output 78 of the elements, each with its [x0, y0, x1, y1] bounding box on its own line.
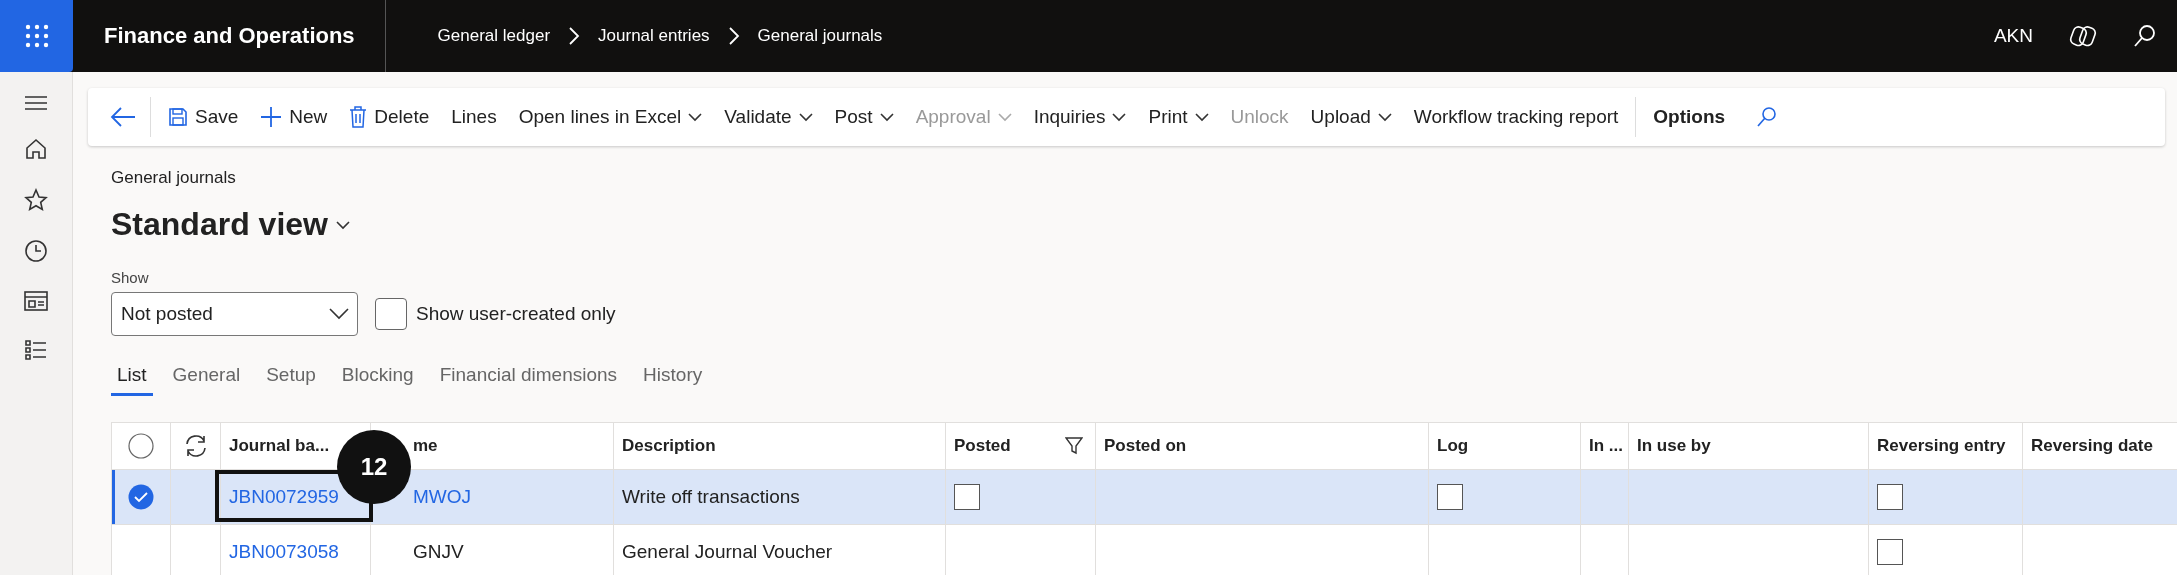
view-selector[interactable]: Standard view: [111, 206, 350, 243]
column-header[interactable]: Posted on: [1104, 436, 1187, 456]
tab[interactable]: History: [637, 358, 709, 396]
workspace-icon[interactable]: [24, 290, 48, 312]
toolbar-button[interactable]: Validate: [713, 97, 824, 137]
checked-circle-icon[interactable]: [128, 484, 154, 510]
chevron-down-icon: [335, 219, 350, 230]
link[interactable]: MWOJ: [413, 486, 472, 508]
checkbox[interactable]: [1877, 484, 1903, 510]
chevron-right-icon: [727, 26, 740, 46]
column-header[interactable]: Description: [622, 436, 716, 456]
toolbar-button[interactable]: Workflow tracking report: [1402, 97, 1630, 137]
chevron-down-icon: [997, 112, 1012, 122]
toolbar-button[interactable]: Upload: [1299, 97, 1403, 137]
show-dropdown[interactable]: Not posted: [111, 292, 358, 336]
select-all-checkbox[interactable]: [128, 433, 154, 459]
breadcrumb-link[interactable]: General ledger: [437, 26, 551, 46]
menu-icon[interactable]: [24, 96, 48, 110]
column-header[interactable]: In use by: [1637, 436, 1711, 456]
home-icon[interactable]: [24, 137, 48, 161]
column-header[interactable]: Log: [1437, 436, 1469, 456]
tab[interactable]: List: [111, 358, 153, 396]
list-icon[interactable]: [24, 339, 48, 361]
column-header[interactable]: me: [413, 436, 438, 456]
column-header[interactable]: Journal ba...: [229, 436, 330, 456]
checkbox[interactable]: [375, 298, 407, 330]
field-label: Show: [111, 269, 150, 286]
chevron-right-icon: [568, 26, 581, 46]
checkbox[interactable]: [1437, 484, 1463, 510]
toolbar-button[interactable]: Inquiries: [1022, 97, 1138, 137]
column-header[interactable]: Reversing entry: [1877, 436, 2006, 456]
checkbox[interactable]: [1877, 539, 1903, 565]
app-launcher-button[interactable]: [0, 0, 73, 72]
toolbar-button[interactable]: Lines: [440, 97, 508, 137]
tab[interactable]: General: [166, 358, 247, 396]
plus-icon: [260, 106, 283, 128]
toolbar-button[interactable]: Post: [823, 97, 905, 137]
user-initials[interactable]: AKN: [1993, 25, 2033, 47]
column-header[interactable]: Posted: [954, 436, 1011, 456]
chevron-down-icon: [329, 308, 349, 320]
chevron-down-icon: [798, 112, 813, 122]
toolbar-button[interactable]: Delete: [338, 97, 441, 137]
table-cell: GNJV: [413, 541, 464, 563]
app-title: Finance and Operations: [73, 0, 386, 72]
toolbar-button[interactable]: Open lines in Excel: [507, 97, 714, 137]
options-tab[interactable]: Options: [1642, 97, 1737, 137]
tab[interactable]: Setup: [260, 358, 322, 396]
table-row[interactable]: JBN0073058 GNJV General Journal Voucher: [111, 525, 2177, 575]
column-header[interactable]: In ...: [1589, 436, 1623, 456]
table-cell: General Journal Voucher: [622, 541, 833, 563]
trash-icon: [349, 106, 368, 128]
star-icon[interactable]: [24, 188, 48, 212]
column-header[interactable]: Reversing date: [2031, 436, 2153, 456]
save-icon: [168, 107, 188, 127]
toolbar-button[interactable]: Save: [157, 97, 250, 137]
link[interactable]: JBN0072959: [229, 486, 339, 508]
chevron-down-icon: [688, 112, 703, 122]
checkbox[interactable]: [954, 484, 980, 510]
table-cell: Write off transactions: [622, 486, 800, 508]
search-icon[interactable]: [2133, 24, 2157, 48]
filter-icon[interactable]: [1065, 437, 1083, 455]
clock-icon[interactable]: [24, 239, 48, 263]
chevron-down-icon: [879, 112, 894, 122]
back-arrow-icon[interactable]: [110, 106, 136, 128]
checkbox-label: Show user-created only: [416, 303, 616, 325]
toolbar-button[interactable]: New: [249, 97, 339, 137]
toolbar-button[interactable]: Print: [1137, 97, 1220, 137]
chevron-down-icon: [1377, 112, 1392, 122]
chevron-down-icon: [1112, 112, 1127, 122]
breadcrumb-link[interactable]: Journal entries: [598, 26, 710, 46]
tab[interactable]: Financial dimensions: [433, 358, 624, 396]
step-badge: 12: [337, 430, 411, 504]
link[interactable]: JBN0073058: [229, 541, 339, 563]
breadcrumb-link[interactable]: General journals: [757, 26, 883, 46]
tab[interactable]: Blocking: [335, 358, 420, 396]
app-grid-icon: [23, 23, 50, 49]
chevron-down-icon: [1194, 112, 1209, 122]
page-caption: General journals: [111, 168, 237, 188]
